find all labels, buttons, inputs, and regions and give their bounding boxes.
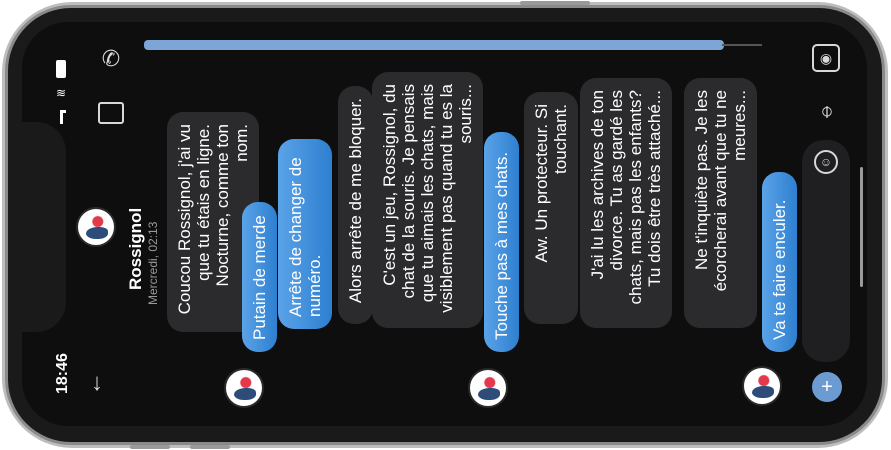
microphone-icon[interactable]: ⌽ <box>812 100 842 122</box>
contact-avatar <box>468 368 508 408</box>
home-indicator <box>860 167 863 287</box>
emoji-icon[interactable]: ☺ <box>814 150 838 174</box>
add-button[interactable]: + <box>812 372 842 402</box>
message-bubble: Ne t'inquiète pas. Je les écorcherai ava… <box>684 78 757 328</box>
volume-button <box>130 445 170 449</box>
message-bubble: Arrête de changer de numéro. <box>278 139 332 329</box>
power-button <box>520 1 590 5</box>
message-bubble: J'ai lu les archives de ton divorce. Tu … <box>580 78 672 328</box>
message-bubble: Va te faire enculer. <box>762 172 797 352</box>
message-bubble: C'est un jeu, Rossignol, du chat de la s… <box>372 72 483 328</box>
message-bubble: Aw. Un protecteur. Si touchant. <box>524 92 578 324</box>
message-bubble: Touche pas à mes chats. <box>484 132 519 352</box>
contact-avatar <box>224 368 264 408</box>
volume-button <box>190 445 230 449</box>
message-bubble: Alors arrête de me bloquer. <box>338 86 373 324</box>
camera-icon[interactable]: ◉ <box>812 44 840 72</box>
message-bubble: Putain de merde <box>242 202 277 352</box>
phone-screen: 18:46 ↓ ≋ ✆ Rossignol Mercredi, 02:13 Co… <box>22 22 867 426</box>
contact-avatar <box>742 366 782 406</box>
message-list: Coucou Rossignol, j'ai vu que tu étais e… <box>22 22 867 426</box>
